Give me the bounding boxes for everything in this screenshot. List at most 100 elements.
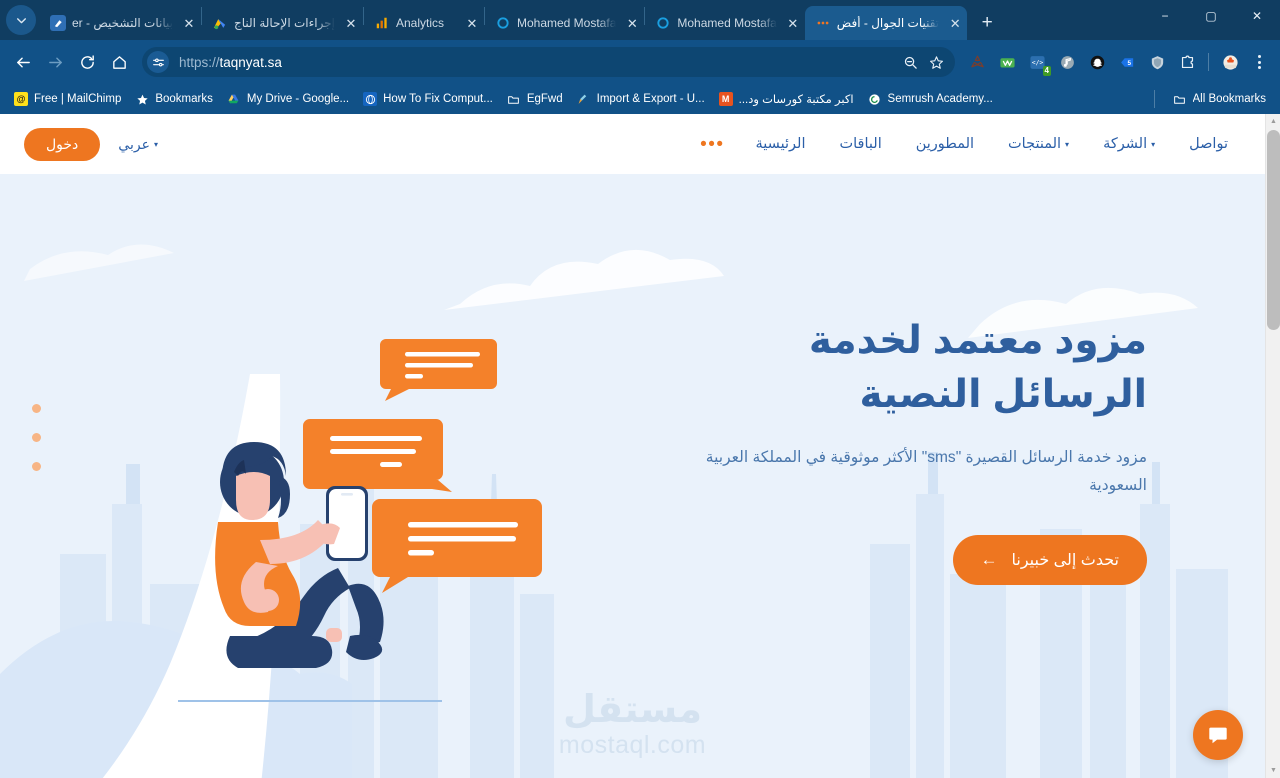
cta-label: تحدث إلى خبيرنا: [1011, 551, 1120, 569]
tab-strip: بيانات التشخيص - er ✕ إجراءات الإحالة ال…: [0, 0, 1280, 40]
svg-text:5: 5: [1127, 59, 1131, 66]
google-drive-icon: [227, 92, 241, 106]
all-bookmarks-button[interactable]: All Bookmarks: [1167, 88, 1273, 110]
broom-icon: [577, 92, 591, 106]
arrow-left-icon: ←: [980, 549, 998, 569]
nav-label: تواصل: [1189, 136, 1228, 152]
reload-icon[interactable]: [72, 47, 102, 77]
hero-section: مزود معتمد لخدمة الرسائل النصية مزود خدم…: [0, 174, 1265, 778]
home-icon[interactable]: [104, 47, 134, 77]
speech-bubble-3: [372, 499, 542, 593]
shield-icon[interactable]: [1144, 49, 1170, 75]
scroll-up-button[interactable]: ▲: [1266, 114, 1280, 129]
bookmark-item[interactable]: M اكبر مكتبة كورسات ود...: [713, 88, 860, 110]
maximize-button[interactable]: ▢: [1188, 0, 1234, 32]
forward-icon[interactable]: [40, 47, 70, 77]
page-scrollbar[interactable]: ▲ ▼: [1265, 114, 1280, 778]
back-icon[interactable]: [8, 47, 38, 77]
browser-tab-2[interactable]: إجراءات الإحالة الناج ✕: [202, 6, 363, 40]
chevron-down-icon: ▾: [1065, 139, 1070, 149]
folder-icon: [507, 92, 521, 106]
bookmark-item[interactable]: Bookmarks: [129, 88, 219, 110]
nav-item-contact[interactable]: تواصل: [1172, 136, 1245, 152]
scroll-down-button[interactable]: ▼: [1266, 763, 1280, 778]
bookmarks-bar: @ Free | MailChimp Bookmarks My Drive - …: [0, 84, 1280, 114]
tab-close-button[interactable]: ✕: [343, 15, 359, 31]
tab-search-button[interactable]: [6, 5, 36, 35]
nav-label: المنتجات: [1008, 136, 1062, 152]
nav-item-home[interactable]: الرئيسية: [739, 136, 823, 152]
hero-illustration: [215, 339, 542, 668]
bookmark-label: My Drive - Google...: [246, 93, 350, 105]
music-note-icon[interactable]: [1054, 49, 1080, 75]
analytics-icon: [374, 15, 390, 31]
chat-bubble-icon: [1209, 727, 1227, 744]
recycle-icon[interactable]: [964, 49, 990, 75]
profile-icon: [495, 15, 511, 31]
watermark-latin: mostaql.com: [558, 731, 707, 759]
browser-tab-6-active[interactable]: تقنيات الجوال - أفض ✕: [804, 6, 968, 40]
bookmark-label: Bookmarks: [155, 93, 213, 105]
tab-close-button[interactable]: ✕: [785, 15, 801, 31]
bookmark-item[interactable]: EgFwd: [501, 88, 569, 110]
tab-close-button[interactable]: ✕: [181, 15, 197, 31]
browser-tab-4[interactable]: Mohamed Mostafa ✕: [485, 6, 644, 40]
chat-widget-button[interactable]: [1193, 710, 1243, 760]
address-bar[interactable]: https://taqnyat.sa: [142, 47, 955, 77]
tab-title: Mohamed Mostafa: [516, 16, 617, 30]
code-tag-icon[interactable]: </> 4: [1024, 49, 1051, 76]
toolbar-divider: [1208, 53, 1209, 71]
google-ads-icon: [212, 15, 228, 31]
watermark-arabic: مستقل: [563, 689, 702, 731]
tab-close-button[interactable]: ✕: [947, 15, 963, 31]
zoom-out-icon[interactable]: [897, 49, 923, 75]
nav-label: الشركة: [1103, 136, 1148, 152]
nav-item-products[interactable]: ▾ المنتجات: [991, 136, 1086, 152]
tag-5-icon[interactable]: 5: [1114, 49, 1140, 75]
page-viewport: دخول ▾ عربي تواصل ▾ الشركة ▾ المنتجات ال…: [0, 114, 1280, 778]
tab-title: تقنيات الجوال - أفض: [836, 16, 940, 30]
ghost-icon[interactable]: [1084, 49, 1110, 75]
browser-tab-5[interactable]: Mohamed Mostafa ✕: [645, 6, 804, 40]
scrollbar-thumb[interactable]: [1267, 130, 1280, 330]
star-icon[interactable]: [923, 49, 949, 75]
bookmark-item[interactable]: Import & Export - U...: [571, 88, 711, 110]
nav-item-packages[interactable]: الباقات: [822, 136, 898, 152]
bookmark-item[interactable]: My Drive - Google...: [221, 88, 355, 110]
tab-title: Analytics: [395, 16, 445, 30]
svg-text:</>: </>: [1031, 58, 1043, 66]
diagnostics-icon: [50, 15, 66, 31]
minimize-button[interactable]: −: [1142, 0, 1188, 32]
browser-tab-1[interactable]: بيانات التشخيص - er ✕: [40, 6, 201, 40]
bookmark-item[interactable]: @ Free | MailChimp: [8, 88, 127, 110]
nav-label: الباقات: [839, 136, 882, 152]
tab-close-button[interactable]: ✕: [464, 15, 480, 31]
browser-tab-3[interactable]: Analytics ✕: [364, 6, 484, 40]
language-switcher[interactable]: ▾ عربي: [118, 136, 158, 153]
profile-icon: [655, 15, 671, 31]
watermark: مستقل mostaql.com: [559, 691, 706, 760]
chevron-down-icon: ▾: [153, 139, 158, 149]
nav-item-developers[interactable]: المطورين: [899, 136, 991, 152]
address-bar-text[interactable]: https://taqnyat.sa: [179, 55, 897, 70]
bookmark-item[interactable]: How To Fix Comput...: [357, 88, 499, 110]
login-button[interactable]: دخول: [24, 127, 101, 161]
new-tab-button[interactable]: +: [973, 8, 1001, 36]
site-navbar: دخول ▾ عربي تواصل ▾ الشركة ▾ المنتجات ال…: [0, 114, 1265, 174]
tab-title: إجراءات الإحالة الناج: [233, 16, 335, 30]
hero-subtitle: مزود خدمة الرسائل القصيرة "sms" الأكثر م…: [705, 448, 1147, 495]
nav-item-company[interactable]: ▾ الشركة: [1086, 136, 1172, 152]
nav-label: الرئيسية: [755, 136, 806, 152]
wappalyzer-icon[interactable]: [994, 49, 1020, 75]
browser-toolbar: https://taqnyat.sa </> 4 5: [0, 40, 1280, 84]
three-dot-menu-icon[interactable]: [1246, 49, 1272, 75]
talk-to-expert-button[interactable]: تحدث إلى خبيرنا ←: [952, 534, 1147, 585]
bookmark-item[interactable]: Semrush Academy...: [862, 88, 999, 110]
tune-icon[interactable]: [147, 51, 169, 73]
phone-device: [326, 486, 368, 561]
window-close-button[interactable]: ✕: [1234, 0, 1280, 32]
puzzle-icon[interactable]: [1174, 49, 1200, 75]
profile-avatar[interactable]: [1217, 49, 1243, 75]
tab-close-button[interactable]: ✕: [624, 15, 640, 31]
nav-more-button[interactable]: •••: [696, 135, 738, 154]
